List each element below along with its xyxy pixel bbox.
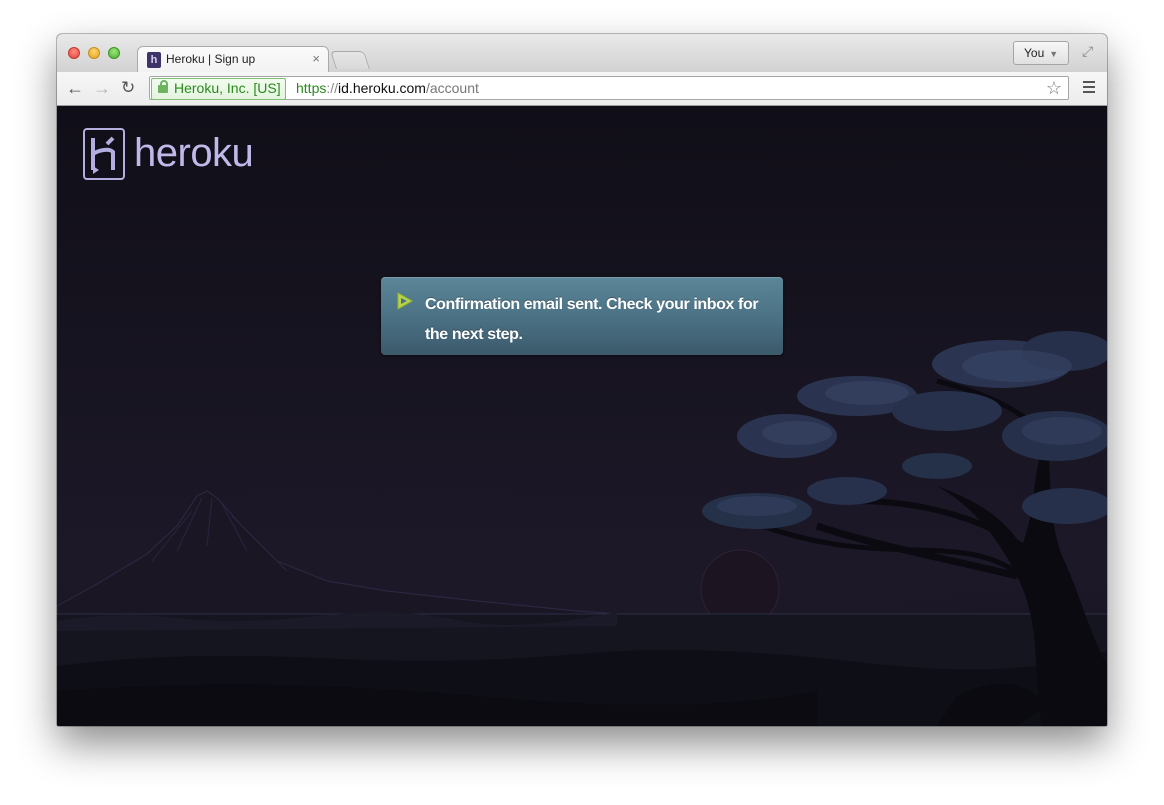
bookmark-star-icon[interactable]: ☆ [1046,78,1062,98]
new-tab-button[interactable] [330,51,370,69]
flash-notice: Confirmation email sent. Check your inbo… [381,277,783,355]
url-path: /account [425,80,479,96]
profile-button[interactable]: You ▼ [1013,41,1069,65]
heroku-logo-text[interactable]: heroku [134,130,254,176]
url-separator: :// [326,80,339,96]
window-controls [68,47,120,59]
page-content: heroku Confirmation email sent. Check yo… [57,106,1107,726]
url-host: id.heroku.com [338,80,426,96]
tab-heroku-sign-up[interactable]: h Heroku | Sign up × [137,46,329,72]
heroku-favicon-icon: h [147,52,161,68]
address-bar[interactable]: Heroku, Inc. [US] https://id.heroku.com/… [149,76,1069,100]
lock-icon [158,80,168,93]
forward-icon[interactable]: → [93,77,111,99]
close-window-button[interactable] [68,47,80,59]
title-bar: h Heroku | Sign up × You ▼ ⤢ [57,34,1107,72]
heroku-logo-icon[interactable] [83,128,125,180]
reload-icon[interactable]: ↻ [121,77,135,99]
ev-certificate-badge[interactable]: Heroku, Inc. [US] [151,78,286,100]
back-icon[interactable]: ← [66,77,84,99]
play-arrow-icon [397,292,414,310]
browser-window: h Heroku | Sign up × You ▼ ⤢ ← → ↻ Heroku… [57,34,1107,726]
zoom-window-button[interactable] [108,47,120,59]
url-text[interactable]: https://id.heroku.com/account [296,79,479,98]
night-landscape-illustration [57,331,1107,726]
tab-close-icon[interactable]: × [312,51,320,66]
ev-label: Heroku, Inc. [US] [174,80,281,96]
chevron-down-icon: ▼ [1049,49,1059,59]
flash-message: Confirmation email sent. Check your inbo… [425,296,759,343]
fullscreen-icon[interactable]: ⤢ [1082,43,1093,60]
minimize-window-button[interactable] [88,47,100,59]
menu-icon[interactable] [1083,81,1095,96]
profile-label: You [1024,46,1045,60]
browser-toolbar: ← → ↻ Heroku, Inc. [US] https://id.herok… [57,72,1107,106]
url-scheme: https [296,80,327,96]
tab-title: Heroku | Sign up [166,52,256,66]
